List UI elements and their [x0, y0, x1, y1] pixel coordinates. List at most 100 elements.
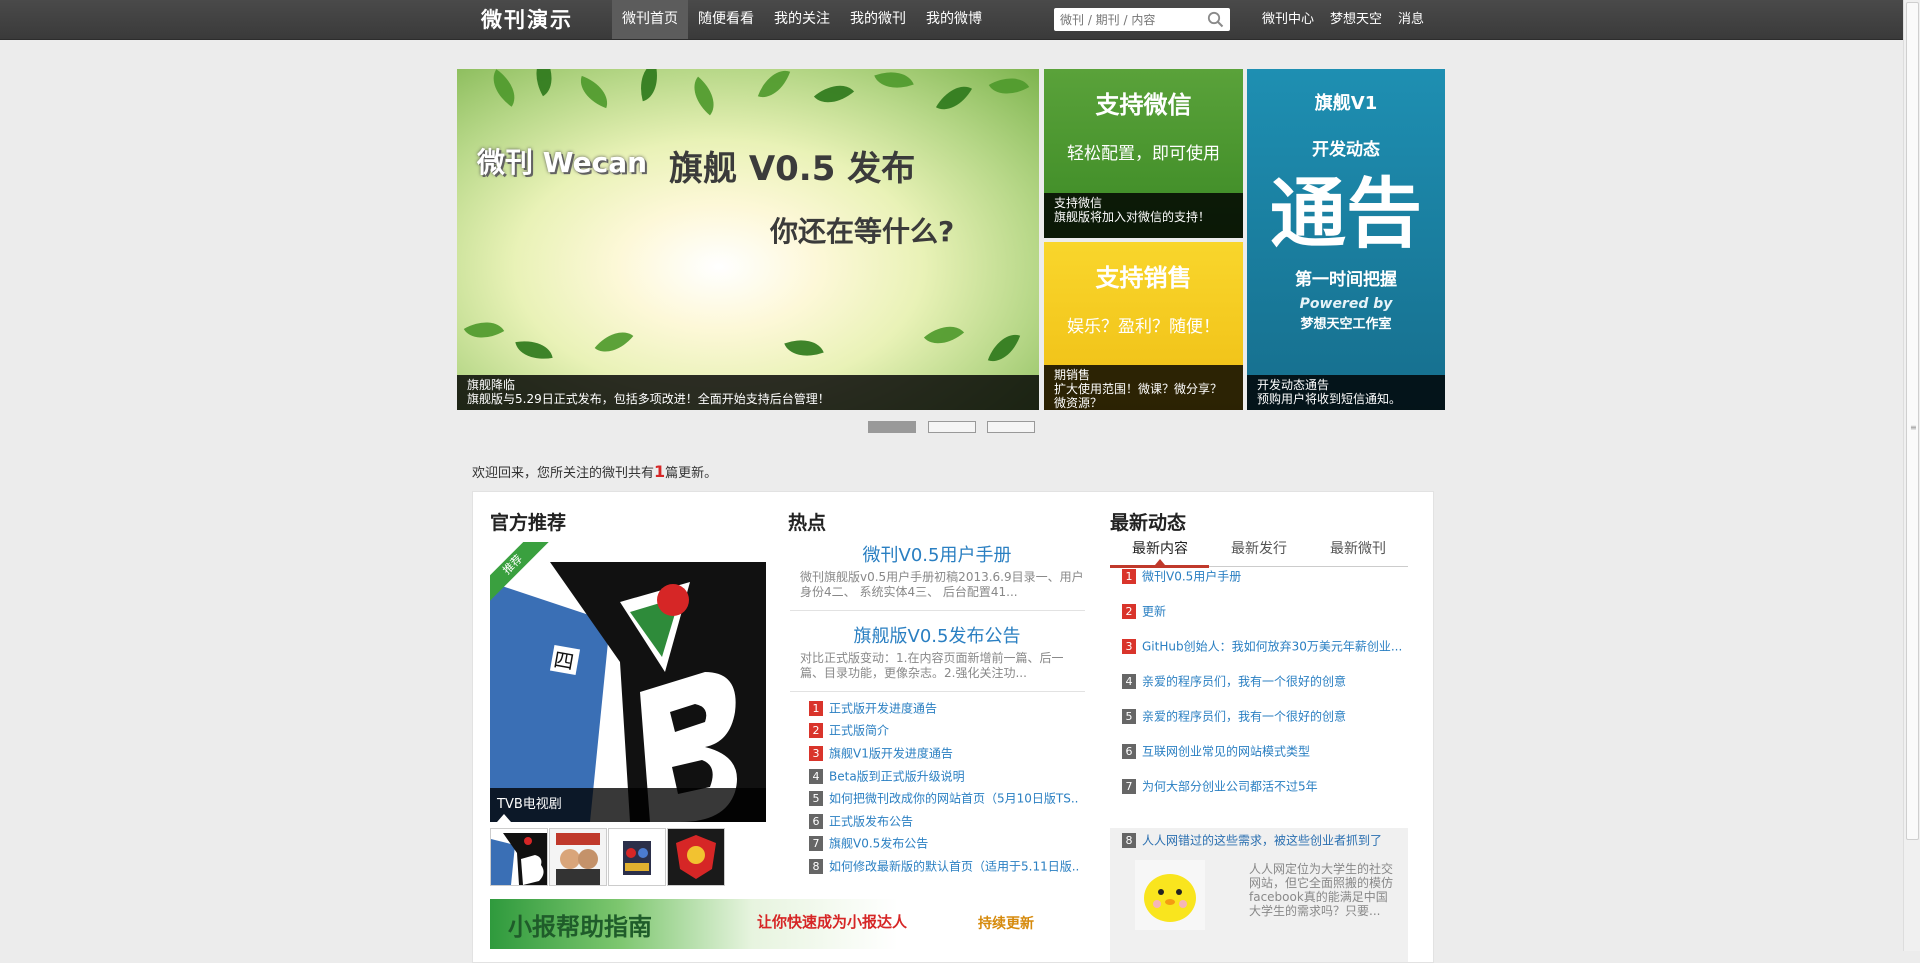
journal-center-link[interactable]: 微刊中心 [1262, 0, 1314, 39]
hot-list-item[interactable]: 1 正式版开发进度通告 [809, 698, 1079, 718]
hot-list-item[interactable]: 3 旗舰V1版开发进度通告 [809, 743, 1079, 763]
hot-list-item[interactable]: 2 正式版简介 [809, 720, 1079, 740]
leaf-decoration [988, 69, 1030, 105]
caption-title: 支持微信 [1054, 196, 1103, 210]
nav-item-following[interactable]: 我的关注 [764, 0, 840, 39]
banner-notice-tile[interactable]: 旗舰V1 开发动态 通告 第一时间把握 Powered by 梦想天空工作室 开… [1247, 69, 1445, 410]
search-icon[interactable] [1207, 11, 1224, 28]
hot-section-title: 热点 [788, 512, 827, 534]
latest-list-item-text: 亲爱的程序员们，我有一个很好的创意 [1142, 674, 1347, 689]
leaf-decoration [683, 76, 725, 116]
hot-list-item-text: 如何修改最新版的默认首页（适用于5.11日版... [829, 859, 1079, 874]
user-profile-link[interactable]: 梦想天空 [1330, 0, 1382, 39]
tile-title: 支持微信 [1095, 91, 1192, 119]
latest-section-title: 最新动态 [1110, 512, 1187, 534]
leaf-decoration [874, 69, 914, 97]
tile-subtitle: 娱乐？盈利？随便！ [1067, 317, 1220, 337]
banner-main-caption: 旗舰降临 旗舰版与5.29日正式发布，包括多项改进！全面开始支持后台管理！ [457, 375, 1039, 410]
rank-number: 6 [809, 814, 823, 829]
featured-image-caption: TVB电视剧 [490, 788, 766, 822]
thumbnail-4[interactable] [667, 828, 725, 886]
guide-title: 小报帮助指南 [508, 913, 652, 941]
tab-latest-content[interactable]: 最新内容 [1132, 538, 1188, 558]
latest-list-item[interactable]: 5 亲爱的程序员们，我有一个很好的创意 [1122, 706, 1407, 726]
hot-list-item-text: 旗舰V0.5发布公告 [829, 836, 929, 851]
tile-title: 支持销售 [1095, 264, 1192, 292]
tile-line: 开发动态 [1312, 140, 1380, 160]
thumbnail-1[interactable] [490, 828, 548, 886]
active-tab-caret [1155, 559, 1165, 565]
featured-image[interactable]: 四 推荐 TVB电视剧 [490, 542, 766, 822]
hot-list-item-text: 正式版发布公告 [829, 814, 914, 829]
nav-item-home[interactable]: 微刊首页 [612, 0, 688, 39]
site-logo[interactable]: 微刊演示 [481, 4, 573, 34]
latest-list-item-text: GitHub创始人：我如何放弃30万美元年薪创业... [1142, 639, 1403, 654]
official-recommend-title: 官方推荐 [490, 512, 567, 534]
nav-item-my-weibo[interactable]: 我的微博 [916, 0, 992, 39]
leaf-decoration [574, 75, 614, 109]
scrollbar-grip-icon: ≡ [1910, 423, 1917, 432]
welcome-message: 欢迎回来，您所关注的微刊共有1篇更新。 [472, 462, 717, 481]
leaf-decoration [463, 311, 505, 349]
banner-main-slide[interactable]: 微刊 Wecan 旗舰 V0.5 发布 你还在等什么? 旗舰降临 旗舰版与5.2… [457, 69, 1039, 410]
banner-wechat-tile[interactable]: 支持微信 轻松配置，即可使用 支持微信 旗舰版将加入对微信的支持！ [1044, 69, 1243, 238]
hot-featured-title-2[interactable]: 旗舰版V0.5发布公告 [787, 622, 1087, 648]
latest-list-item[interactable]: 1 微刊V0.5用户手册 [1122, 566, 1407, 586]
hot-featured-desc-2: 对比正式版变动：1.在内容页面新增前一篇、后一篇、目录功能，更像杂志。2.强化关… [800, 651, 1064, 680]
latest-list-item-text: 更新 [1142, 604, 1167, 619]
nav-item-browse[interactable]: 随便看看 [688, 0, 764, 39]
rank-number: 5 [809, 791, 823, 806]
hot-list-item[interactable]: 4 Beta版到正式版升级说明 [809, 766, 1079, 786]
divider [790, 610, 1085, 611]
leaf-decoration [935, 77, 973, 119]
divider [790, 691, 1085, 692]
banner-subline: 你还在等什么? [770, 215, 955, 248]
tile-subtitle: 轻松配置，即可使用 [1067, 144, 1220, 164]
rank-number: 7 [1122, 779, 1136, 794]
slider-dot-1[interactable] [868, 421, 916, 433]
welcome-text-end: 篇更新。 [665, 466, 718, 481]
caption-title: 期销售 [1054, 368, 1091, 382]
tvb-logo-image: 四 [490, 542, 766, 822]
thumbnail-3[interactable] [608, 828, 666, 886]
leaf-decoration [757, 69, 791, 104]
hot-featured-title-1[interactable]: 微刊V0.5用户手册 [787, 541, 1087, 567]
hot-list-item[interactable]: 5 如何把微刊改成你的网站首页（5月10日版TS... [809, 788, 1079, 808]
hot-featured-desc-1: 微刊旗舰版v0.5用户手册初稿2013.6.9目录一、用户身份4二、 系统实体4… [800, 570, 1084, 599]
rank-number: 6 [1122, 744, 1136, 759]
caption-text: 预购用户将收到短信通知。 [1257, 392, 1402, 406]
caption-text: 旗舰版将加入对微信的支持！ [1054, 210, 1211, 224]
hot-list-item[interactable]: 8 如何修改最新版的默认首页（适用于5.11日版... [809, 856, 1079, 876]
latest-list-item-text: 为何大部分创业公司都活不过5年 [1142, 779, 1318, 794]
page-scrollbar[interactable]: ≡ [1903, 0, 1920, 951]
tab-latest-journals[interactable]: 最新微刊 [1330, 538, 1386, 558]
banner-brand-text: 微刊 Wecan [477, 146, 648, 179]
banner-headline: 旗舰 V0.5 发布 [669, 149, 916, 189]
latest-list-item-text: 微刊V0.5用户手册 [1142, 569, 1242, 584]
latest-list-item[interactable]: 4 亲爱的程序员们，我有一个很好的创意 [1122, 671, 1407, 691]
help-guide-banner[interactable]: 小报帮助指南 让你快速成为小报达人 持续更新 [490, 899, 1073, 949]
latest-list-item[interactable]: 8 人人网错过的这些需求，被这些创业者抓到了 [1122, 830, 1407, 850]
nav-item-my-journals[interactable]: 我的微刊 [840, 0, 916, 39]
scrollbar-thumb[interactable]: ≡ [1906, 2, 1919, 840]
leaf-decoration [784, 331, 824, 365]
latest-list-item[interactable]: 2 更新 [1122, 601, 1407, 621]
slider-dot-3[interactable] [987, 421, 1035, 433]
hot-list-item[interactable]: 7 旗舰V0.5发布公告 [809, 833, 1079, 853]
thumbnail-2[interactable] [549, 828, 607, 886]
rank-number: 1 [809, 701, 823, 716]
slider-dot-2[interactable] [928, 421, 976, 433]
latest-list-item[interactable]: 3 GitHub创始人：我如何放弃30万美元年薪创业... [1122, 636, 1407, 656]
tile-powered: Powered by [1299, 296, 1393, 312]
hot-list-item-text: 旗舰V1版开发进度通告 [829, 746, 953, 761]
tab-latest-issues[interactable]: 最新发行 [1231, 538, 1287, 558]
hot-list-item[interactable]: 6 正式版发布公告 [809, 811, 1079, 831]
latest-list-item[interactable]: 7 为何大部分创业公司都活不过5年 [1122, 776, 1407, 796]
messages-link[interactable]: 消息 [1398, 0, 1424, 39]
search-input[interactable] [1058, 8, 1202, 31]
latest-list-item[interactable]: 6 互联网创业常见的网站模式类型 [1122, 741, 1407, 761]
banner-sales-tile[interactable]: 支持销售 娱乐？盈利？随便！ 期销售 扩大使用范围！微课？微分享？微资源？ [1044, 242, 1243, 410]
rank-number: 3 [1122, 639, 1136, 654]
rank-number: 2 [809, 723, 823, 738]
guide-slogan: 让你快速成为小报达人 [757, 913, 908, 931]
